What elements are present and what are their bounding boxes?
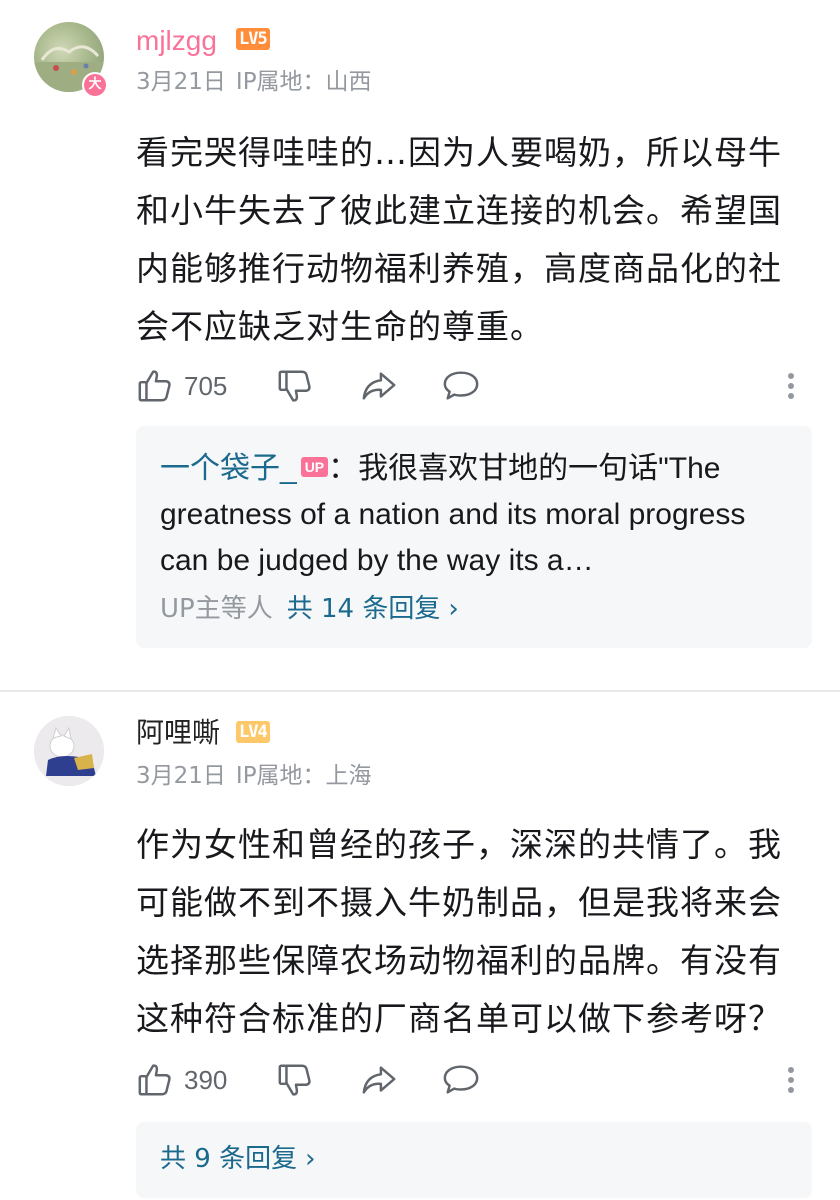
comment-date: 3月21日	[136, 763, 226, 789]
share-icon	[362, 1066, 396, 1094]
like-button[interactable]: 705	[136, 364, 227, 408]
avatar[interactable]	[34, 716, 104, 786]
sub-reply[interactable]: 一个袋子_ UP ：我很喜欢甘地的一句话"The greatness of a na…	[160, 446, 790, 584]
share-button[interactable]	[360, 1058, 398, 1102]
reply-preview-box[interactable]: 一个袋子_ UP ：我很喜欢甘地的一句话"The greatness of a na…	[136, 426, 812, 648]
chevron-right-icon: ›	[448, 594, 459, 624]
like-count: 390	[184, 1064, 228, 1095]
comment-text: 作为女性和曾经的孩子，深深的共情了。我可能做不到不摄入牛奶制品，但是我将来会选择…	[136, 825, 782, 1038]
dislike-button[interactable]	[276, 1058, 314, 1102]
view-replies[interactable]: 共 9 条回复 ›	[160, 1142, 315, 1176]
like-button[interactable]: 390	[136, 1058, 227, 1102]
comment-date: 3月21日	[136, 69, 226, 95]
reply-count-link[interactable]: 共 14 条回复	[287, 594, 441, 624]
comment-text: 看完哭得哇哇的…因为人要喝奶，所以母牛和小牛失去了彼此建立连接的机会。希望国内能…	[136, 133, 782, 346]
view-replies[interactable]: UP主等人共 14 条回复 ›	[160, 592, 459, 626]
comment-actions: 705	[136, 364, 806, 408]
username[interactable]: 阿哩嘶	[136, 716, 220, 750]
level-badge: LV5	[236, 28, 270, 50]
thumbs-up-icon	[138, 370, 171, 402]
comment-actions: 390	[136, 1058, 806, 1102]
thumbs-down-icon	[278, 370, 311, 402]
reply-icon	[443, 1065, 479, 1094]
reply-button[interactable]	[442, 364, 480, 408]
reply-preview-box[interactable]: 共 9 条回复 ›	[136, 1122, 812, 1198]
more-icon[interactable]	[788, 364, 794, 408]
chevron-right-icon: ›	[305, 1144, 316, 1174]
replies-by: UP主等人	[160, 594, 273, 624]
reply-button[interactable]	[442, 1058, 480, 1102]
thumbs-down-icon	[278, 1064, 311, 1096]
like-count: 705	[184, 370, 228, 401]
reply-icon	[443, 371, 479, 400]
share-icon	[362, 372, 396, 400]
ip-location: IP属地：山西	[235, 69, 372, 95]
comment-meta: 3月21日 IP属地：山西	[136, 68, 372, 96]
ip-location: IP属地：上海	[235, 763, 372, 789]
vip-badge: 大	[82, 72, 108, 98]
thumbs-up-icon	[138, 1064, 171, 1096]
level-badge: LV4	[236, 721, 270, 743]
comment-item: 大 mjlzgg LV5 3月21日 IP属地：山西 看完哭得哇哇的…因为人要喝奶…	[0, 0, 840, 690]
more-icon[interactable]	[788, 1058, 794, 1102]
share-button[interactable]	[360, 364, 398, 408]
username[interactable]: mjlzgg	[136, 24, 217, 58]
sub-reply-user[interactable]: 一个袋子_	[160, 452, 297, 485]
reply-count-link[interactable]: 共 9 条回复	[160, 1144, 297, 1174]
comment-meta: 3月21日 IP属地：上海	[136, 762, 372, 790]
up-tag: UP	[300, 457, 329, 477]
comment-item: 阿哩嘶 LV4 3月21日 IP属地：上海 作为女性和曾经的孩子，深深的共情了。我…	[0, 692, 840, 1200]
dislike-button[interactable]	[276, 364, 314, 408]
